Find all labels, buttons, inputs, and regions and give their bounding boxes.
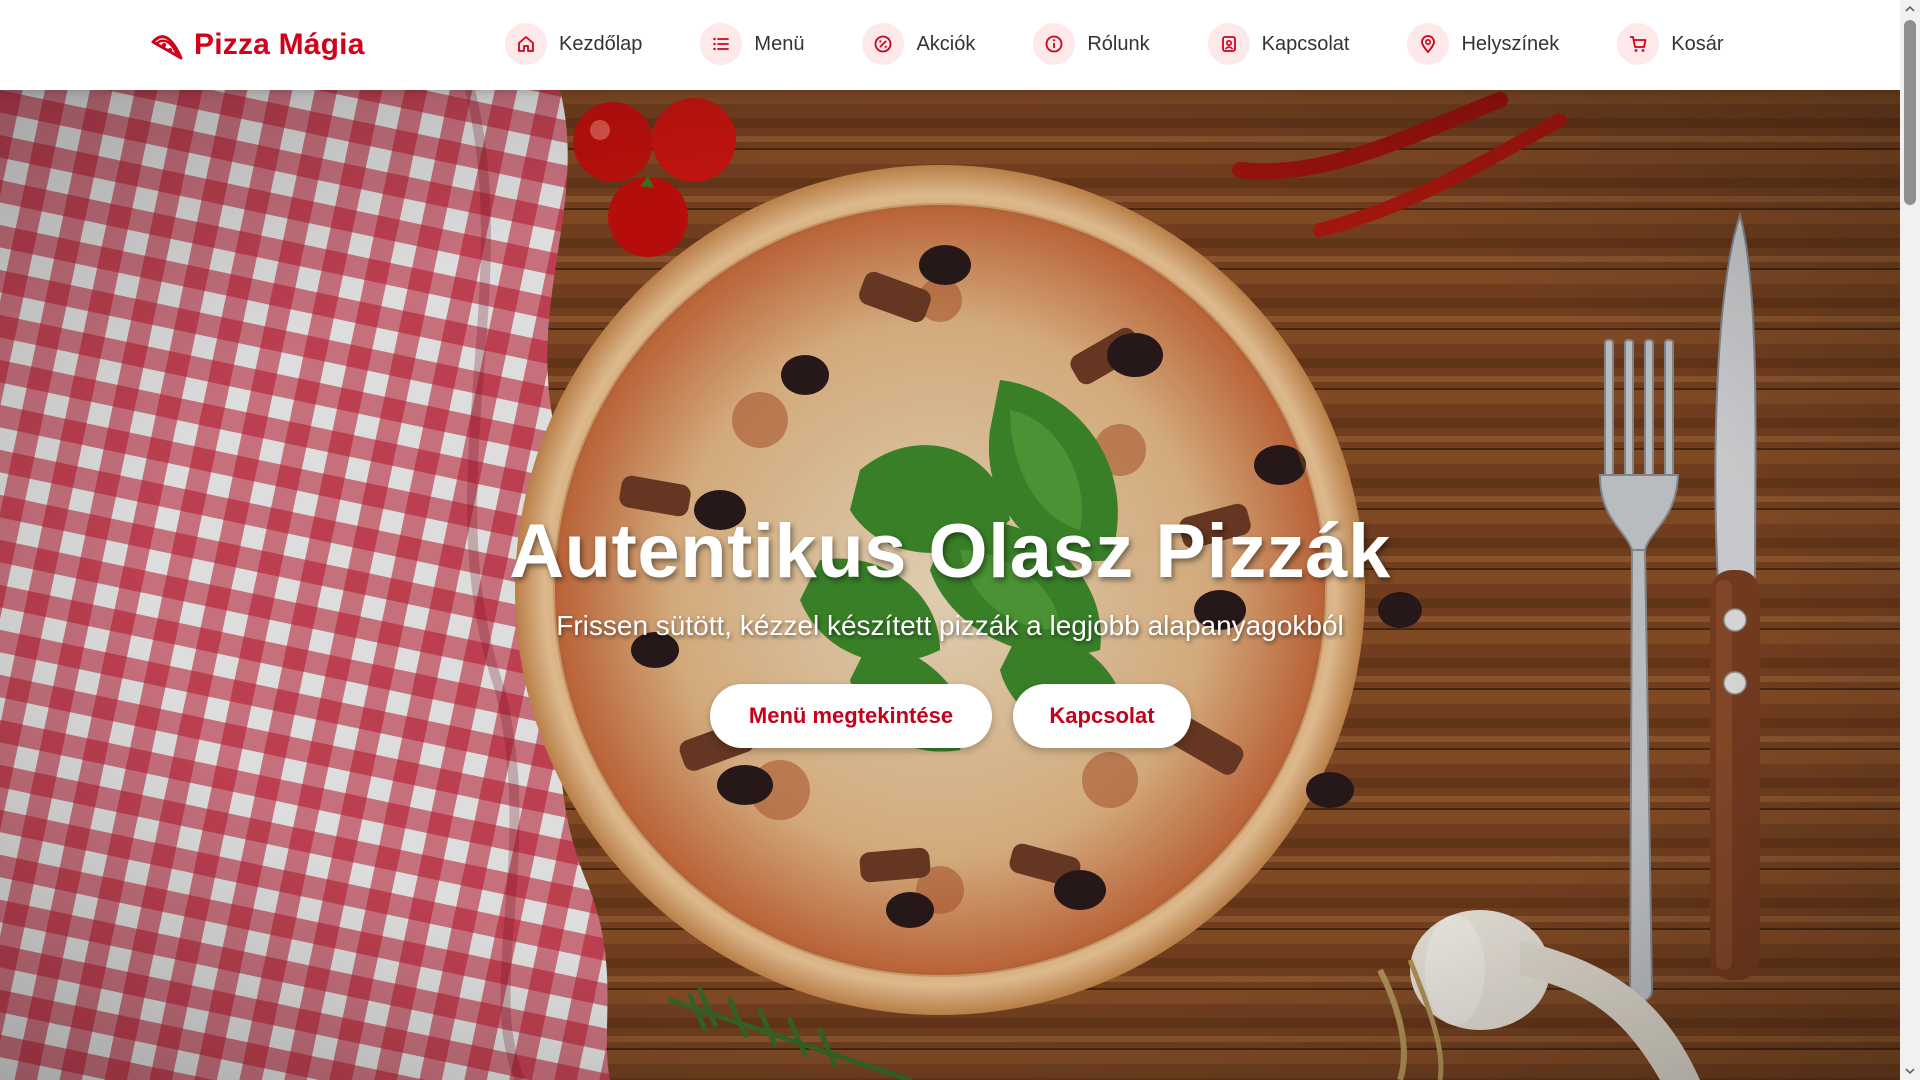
nav-item-home[interactable]: Kezdőlap <box>505 23 642 65</box>
brand-name: Pizza Mágia <box>194 28 365 61</box>
nav-label: Kezdőlap <box>559 32 643 55</box>
location-pin-icon <box>1407 23 1450 65</box>
nav-label: Kapcsolat <box>1261 32 1350 55</box>
page-scrollbar[interactable] <box>1900 0 1920 1080</box>
home-icon <box>505 23 547 65</box>
contact-button[interactable]: Kapcsolat <box>1013 684 1191 748</box>
nav-item-locations[interactable]: Helyszínek <box>1407 23 1559 65</box>
nav-label: Akciók <box>916 32 976 55</box>
list-icon <box>700 23 743 65</box>
scroll-up-arrow-icon[interactable] <box>1900 0 1920 18</box>
cart-icon <box>1617 23 1660 65</box>
navbar: Pizza Mágia Kezdőlap Menü Akciók Rólunk … <box>0 0 1900 90</box>
info-icon <box>1033 23 1076 65</box>
hero-section: Autentikus Olasz Pizzák Frissen sütött, … <box>0 90 1900 1080</box>
brand-logo-link[interactable]: Pizza Mágia <box>150 24 365 66</box>
nav-item-about[interactable]: Rólunk <box>1033 23 1150 65</box>
discount-icon <box>862 23 905 65</box>
scrollbar-thumb[interactable] <box>1904 20 1916 205</box>
hero-title: Autentikus Olasz Pizzák <box>509 509 1391 594</box>
hero-content: Autentikus Olasz Pizzák Frissen sütött, … <box>0 90 1900 1080</box>
nav-label: Helyszínek <box>1461 32 1560 55</box>
nav-item-deals[interactable]: Akciók <box>862 23 975 65</box>
hero-subtitle: Frissen sütött, kézzel készített pizzák … <box>556 610 1344 641</box>
nav-label: Menü <box>754 32 805 55</box>
nav-item-contact[interactable]: Kapcsolat <box>1207 23 1350 65</box>
pizza-slice-icon <box>150 28 184 62</box>
nav-label: Kosár <box>1671 32 1724 55</box>
nav-label: Rólunk <box>1087 32 1150 55</box>
contact-icon <box>1207 23 1250 65</box>
nav-item-menu[interactable]: Menü <box>700 23 804 65</box>
nav-item-cart[interactable]: Kosár <box>1617 23 1724 65</box>
scroll-down-arrow-icon[interactable] <box>1900 1062 1920 1080</box>
main-nav: Kezdőlap Menü Akciók Rólunk Kapcsolat He… <box>505 23 1724 65</box>
view-menu-button[interactable]: Menü megtekintése <box>710 684 992 748</box>
